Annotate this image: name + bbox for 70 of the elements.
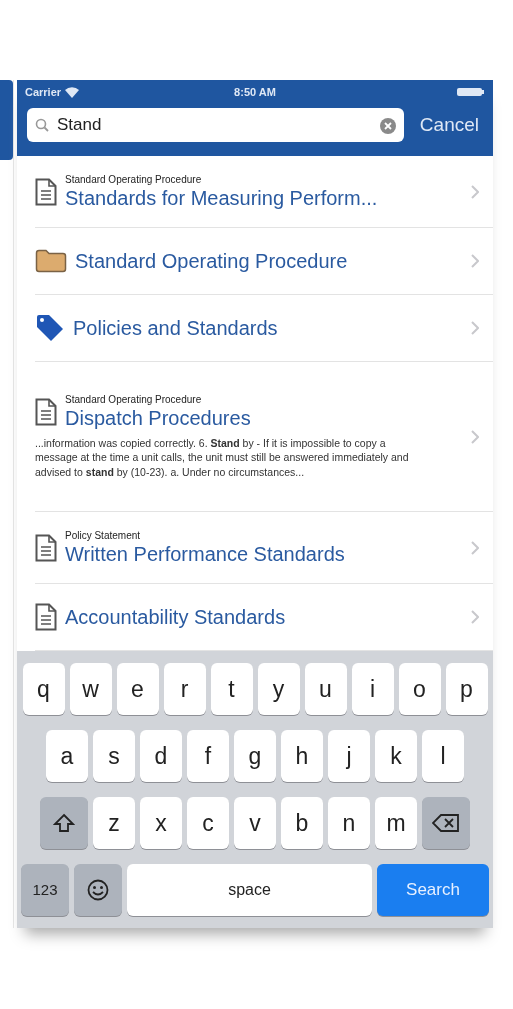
result-title: Written Performance Standards — [65, 541, 345, 566]
result-snippet: ...information was copied correctly. 6. Stand by - If it is impossible to copy a message at the time a unit calls, the unit must still be answered immediately and advised to stand by (10-23). a. Under no circumstances... — [35, 436, 410, 479]
battery-icon — [457, 87, 485, 97]
chevron-icon — [471, 254, 479, 268]
search-key[interactable]: Search — [377, 864, 489, 916]
letter-key[interactable]: z — [93, 797, 135, 849]
chevron-icon — [471, 429, 479, 444]
result-item[interactable]: Policy Statement Written Performance Standards — [35, 512, 493, 584]
chevron-icon — [471, 184, 479, 199]
letter-key[interactable]: b — [281, 797, 323, 849]
chevron-icon — [471, 540, 479, 555]
letter-key[interactable]: y — [257, 663, 300, 715]
space-key[interactable]: space — [127, 864, 372, 916]
category-label: Policy Statement — [65, 529, 142, 542]
document-icon — [35, 533, 57, 562]
letter-key[interactable]: i — [351, 663, 394, 715]
letter-key[interactable]: c — [187, 797, 229, 849]
letter-key[interactable]: d — [140, 730, 182, 782]
status-time: 8:50 AM — [234, 84, 276, 100]
letter-key[interactable]: a — [46, 730, 88, 782]
clear-icon — [379, 117, 396, 134]
numbers-key[interactable]: 123 — [21, 864, 69, 916]
document-icon — [35, 603, 57, 631]
search-bar[interactable]: Stand — [27, 108, 404, 142]
letter-key[interactable]: o — [398, 663, 441, 715]
search-icon — [35, 118, 49, 132]
smiley-icon — [87, 879, 109, 901]
shift-icon — [53, 813, 75, 833]
result-title: Dispatch Procedures — [65, 406, 251, 431]
category-label: Standard Operating Procedure — [65, 394, 203, 407]
letter-key[interactable]: r — [163, 663, 206, 715]
letter-key[interactable]: x — [140, 797, 182, 849]
letter-key[interactable]: n — [328, 797, 370, 849]
letter-key[interactable]: m — [375, 797, 417, 849]
wifi-icon — [65, 86, 80, 98]
category-label: Standard Operating Procedure — [65, 173, 203, 186]
chevron-icon — [471, 610, 479, 624]
folder-icon — [35, 249, 67, 273]
letter-key[interactable]: t — [210, 663, 253, 715]
shift-key[interactable] — [40, 797, 88, 849]
letter-key[interactable]: w — [69, 663, 112, 715]
letter-key[interactable]: v — [234, 797, 276, 849]
letter-key[interactable]: u — [304, 663, 347, 715]
result-title: Standard Operating Procedure — [75, 249, 348, 273]
cancel-button[interactable]: Cancel — [413, 110, 485, 140]
result-item[interactable]: Standard Operating Procedure — [35, 228, 493, 295]
result-title: Standards for Measuring Perform... — [65, 185, 378, 210]
result-item[interactable]: Standard Operating Procedure Standards for Measuring Perform... — [35, 156, 493, 228]
result-title: Policies and Standards — [73, 316, 278, 340]
letter-key[interactable]: k — [375, 730, 417, 782]
letter-key[interactable]: g — [234, 730, 276, 782]
search-field[interactable]: Stand — [57, 112, 372, 138]
letter-key[interactable]: f — [187, 730, 229, 782]
delete-key[interactable] — [422, 797, 470, 849]
result-title: Accountability Standards — [65, 605, 286, 629]
document-icon — [35, 177, 57, 206]
document-icon — [35, 398, 57, 427]
letter-key[interactable]: e — [116, 663, 159, 715]
letter-key[interactable]: j — [328, 730, 370, 782]
carrier-label: Carrier — [25, 84, 62, 100]
letter-key[interactable]: p — [445, 663, 488, 715]
letter-key[interactable]: l — [422, 730, 464, 782]
backspace-icon — [432, 813, 460, 833]
result-item[interactable]: Policies and Standards — [35, 295, 493, 362]
emoji-key[interactable] — [74, 864, 122, 916]
chevron-icon — [471, 321, 479, 335]
tag-icon — [35, 314, 65, 342]
letter-key[interactable]: s — [93, 730, 135, 782]
letter-key[interactable]: q — [22, 663, 65, 715]
letter-key[interactable]: h — [281, 730, 323, 782]
